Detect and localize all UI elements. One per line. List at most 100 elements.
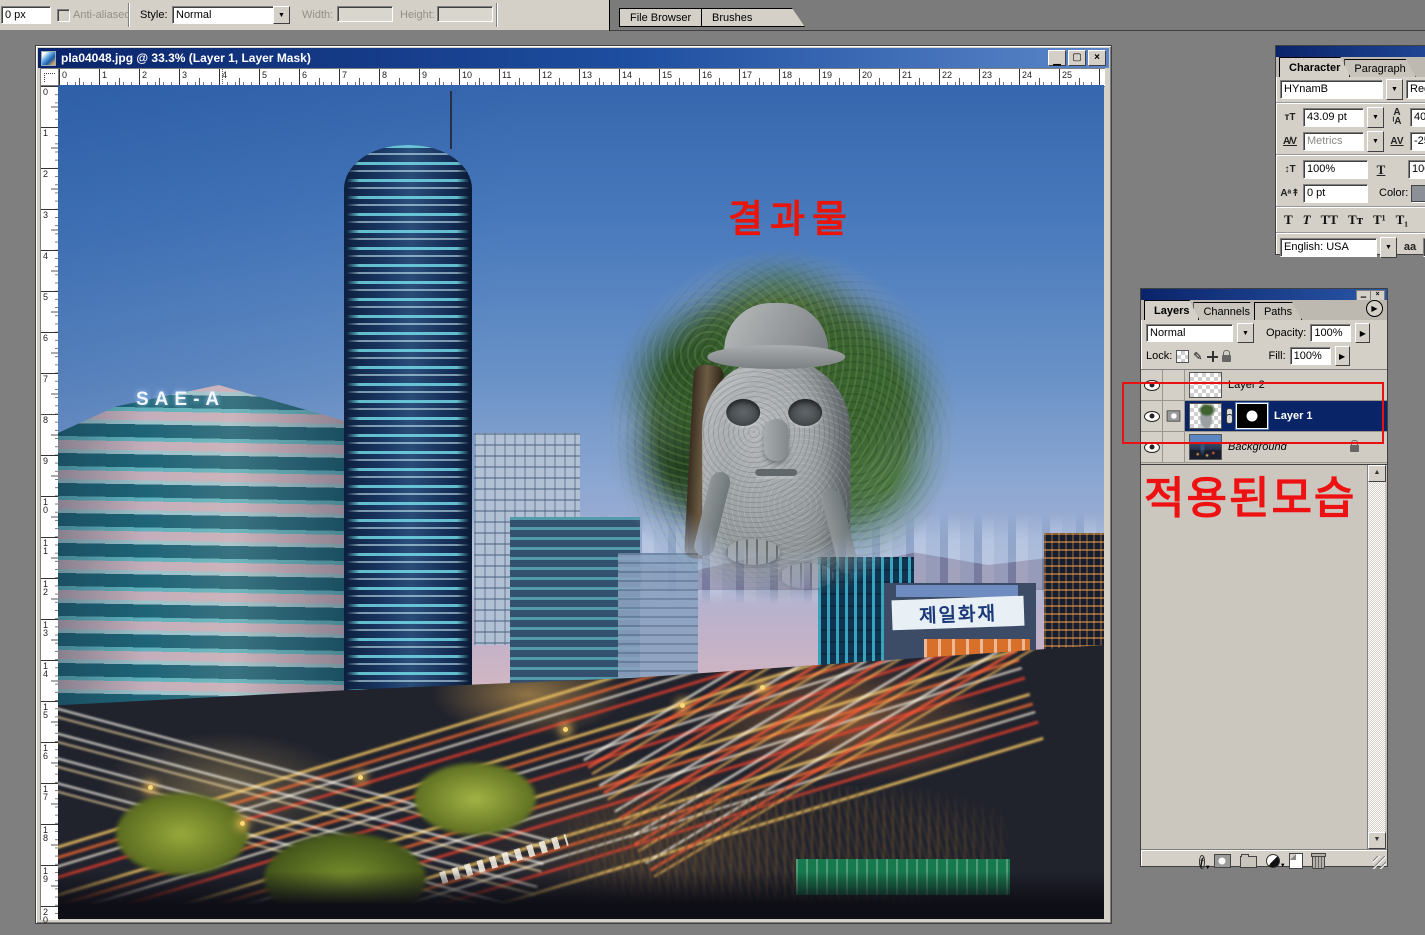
tab-layers[interactable]: Layers	[1144, 300, 1199, 320]
horizontal-scale-icon: T	[1371, 165, 1391, 174]
vertical-scale-input[interactable]: 100%	[1303, 160, 1368, 179]
palette-well: File Browser Brushes	[609, 0, 1425, 31]
tab-channels[interactable]: Channels	[1193, 302, 1259, 320]
layers-palette-titlebar[interactable]: ▁ ×	[1141, 289, 1387, 300]
kerning-select[interactable]: Metrics	[1303, 132, 1364, 151]
font-size-arrow[interactable]: ▼	[1367, 107, 1384, 128]
language-select[interactable]: English: USA	[1280, 238, 1377, 257]
text-color-swatch[interactable]	[1411, 185, 1425, 202]
leading-icon: AᴵA	[1387, 108, 1407, 126]
opacity-input[interactable]: 100%	[1310, 324, 1351, 342]
dol-hareubang-statue	[696, 303, 856, 603]
annotation-highlight-rect	[1122, 382, 1384, 444]
layers-palette-tabs: Layers Channels Paths ▶	[1141, 300, 1387, 320]
tool-options-bar: 0 px Anti-aliased Style: Normal ▼ Width:…	[0, 0, 1425, 31]
radius-input[interactable]: 0 px	[1, 6, 51, 24]
tab-character[interactable]: Character	[1279, 57, 1350, 77]
tab-brushes[interactable]: Brushes	[701, 8, 805, 27]
divider	[496, 3, 498, 27]
palette-resize-grip[interactable]	[1373, 856, 1386, 869]
style-dropdown[interactable]: Normal	[172, 6, 280, 24]
opacity-label: Opacity:	[1266, 327, 1306, 339]
language-arrow[interactable]: ▼	[1380, 237, 1397, 258]
font-size-input[interactable]: 43.09 pt	[1303, 108, 1364, 127]
tracking-input[interactable]: -25	[1410, 132, 1425, 151]
color-label: Color:	[1379, 187, 1408, 199]
layers-palette-icon-bar: f▼ ▼	[1141, 850, 1387, 870]
lock-transparency-button[interactable]	[1176, 350, 1189, 363]
v-ruler: 01234567891011121314151617181920	[40, 85, 60, 920]
kerning-arrow[interactable]: ▼	[1367, 131, 1384, 152]
tree	[116, 793, 248, 875]
fill-slider-button[interactable]: ▶	[1335, 346, 1350, 366]
statue-composite	[603, 247, 959, 603]
scroll-down-button[interactable]: ▼	[1368, 832, 1386, 849]
canvas[interactable]: SAE-A 제일화재	[58, 85, 1104, 919]
all-caps-button[interactable]: TT	[1321, 212, 1338, 228]
saea-roof-sign: SAE-A	[136, 389, 225, 411]
style-dropdown-arrow[interactable]: ▼	[273, 6, 290, 24]
document-icon	[41, 51, 56, 66]
lock-position-button[interactable]	[1207, 351, 1218, 362]
width-input[interactable]	[337, 6, 393, 22]
character-palette-titlebar[interactable]	[1276, 46, 1425, 57]
height-label: Height:	[400, 9, 435, 21]
maximize-button[interactable]: ▢	[1068, 50, 1086, 66]
subscript-button[interactable]: T₁	[1396, 212, 1409, 228]
new-layer-set-button[interactable]	[1240, 856, 1257, 868]
tab-paths[interactable]: Paths	[1254, 302, 1302, 320]
type-style-buttons: T T TT Tᴛ T¹ T₁	[1276, 209, 1425, 231]
vertical-scale-icon: ↕T	[1280, 165, 1300, 174]
opacity-slider-button[interactable]: ▶	[1355, 323, 1370, 343]
anti-aliased-label: Anti-aliased	[73, 9, 130, 21]
blend-mode-arrow[interactable]: ▼	[1237, 323, 1254, 343]
font-size-icon: ᴛT	[1280, 113, 1300, 122]
height-input[interactable]	[437, 6, 493, 22]
add-layer-mask-button[interactable]	[1214, 854, 1231, 868]
superscript-button[interactable]: T¹	[1373, 212, 1386, 228]
small-caps-button[interactable]: Tᴛ	[1348, 212, 1363, 228]
document-title: pla04048.jpg @ 33.3% (Layer 1, Layer Mas…	[61, 51, 311, 65]
fill-input[interactable]: 100%	[1290, 347, 1331, 365]
delete-layer-button[interactable]	[1312, 855, 1325, 869]
tower-antenna	[450, 91, 452, 149]
minimize-button[interactable]: ▁	[1048, 50, 1066, 66]
leading-input[interactable]: 40.	[1410, 108, 1425, 127]
photoshop-workspace: { "options_bar": { "radius_value": "0 px…	[0, 0, 1425, 935]
divider	[128, 3, 130, 27]
anti-aliased-checkbox[interactable]	[57, 9, 70, 22]
layers-palette: ▁ × Layers Channels Paths ▶ Normal ▼ Opa…	[1140, 288, 1388, 867]
font-family-select[interactable]: HYnamB	[1280, 80, 1383, 99]
document-title-bar[interactable]: pla04048.jpg @ 33.3% (Layer 1, Layer Mas…	[38, 48, 1109, 68]
font-style-select[interactable]: Regu	[1406, 80, 1425, 99]
scroll-up-button[interactable]: ▲	[1368, 465, 1386, 482]
layers-scrollbar[interactable]: ▲ ▼	[1367, 465, 1385, 849]
lock-pixels-button[interactable]: ✎	[1193, 350, 1202, 363]
font-family-arrow[interactable]: ▼	[1386, 79, 1403, 100]
document-window: pla04048.jpg @ 33.3% (Layer 1, Layer Mas…	[35, 45, 1112, 924]
tracking-icon: AV	[1387, 137, 1407, 146]
baseline-shift-icon: Aᵃ↟	[1280, 189, 1300, 198]
layer-style-button[interactable]: f▼	[1199, 852, 1205, 870]
width-label: Width:	[302, 9, 333, 21]
adjustment-layer-button[interactable]: ▼	[1266, 854, 1280, 868]
background-lock-icon	[1350, 445, 1359, 452]
palette-menu-button[interactable]: ▶	[1366, 300, 1383, 317]
character-palette: Character Paragraph HYnamB ▼ Regu ᴛT 43.…	[1275, 45, 1425, 255]
new-layer-button[interactable]	[1289, 853, 1303, 869]
annotation-result-text: 결과물	[656, 188, 926, 243]
horizontal-scale-input[interactable]: 100	[1408, 160, 1425, 179]
fill-label: Fill:	[1269, 350, 1286, 362]
lock-all-button[interactable]	[1222, 355, 1231, 362]
tab-paragraph[interactable]: Paragraph	[1344, 59, 1415, 77]
baseline-shift-input[interactable]: 0 pt	[1303, 184, 1368, 203]
blend-mode-select[interactable]: Normal	[1146, 324, 1233, 342]
lock-label: Lock:	[1146, 350, 1172, 362]
faux-bold-button[interactable]: T	[1284, 212, 1293, 228]
style-label: Style:	[140, 9, 168, 21]
annotation-applied-text: 적용된모습	[1144, 462, 1356, 526]
close-button[interactable]: ×	[1088, 50, 1106, 66]
character-palette-tabs: Character Paragraph	[1276, 57, 1425, 77]
statue-hand	[726, 539, 780, 565]
faux-italic-button[interactable]: T	[1303, 212, 1311, 228]
